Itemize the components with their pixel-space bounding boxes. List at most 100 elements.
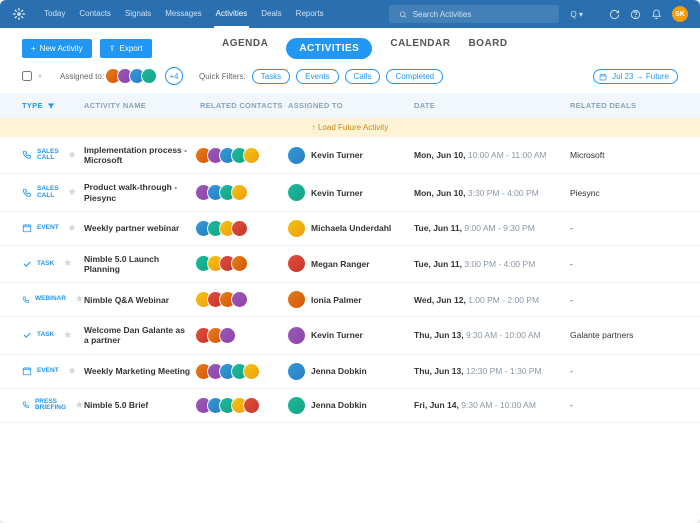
topbar-icons: SK <box>609 6 688 22</box>
date-cell: Tue, Jun 11, 9:00 AM - 9:30 PM <box>414 223 570 233</box>
assigned-to[interactable]: Ionia Palmer <box>288 291 414 308</box>
search-box[interactable] <box>389 5 559 23</box>
assigned-to[interactable]: Jenna Dobkin <box>288 363 414 380</box>
contact-avatar <box>243 363 260 380</box>
activity-name: Implementation process - Microsoft <box>84 145 200 165</box>
table-row[interactable]: WEBINAR★Nimble Q&A WebinarIonia PalmerWe… <box>0 283 700 317</box>
type-label: TASK <box>37 332 54 339</box>
contact-avatars[interactable] <box>200 291 288 308</box>
table-row[interactable]: EVENT ★ Weekly partner webinar Michaela Und… <box>0 212 700 246</box>
assigned-to[interactable]: Jenna Dobkin <box>288 397 414 414</box>
assignee-avatar <box>288 184 305 201</box>
contact-avatars[interactable] <box>200 147 288 164</box>
view-tab-calendar[interactable]: CALENDAR <box>390 38 450 59</box>
load-future-button[interactable]: ↑ Load Future Activity <box>0 118 700 137</box>
topbar: Today Contacts Signals Messages Activities De… <box>0 0 700 28</box>
view-tabs: AGENDA ACTIVITIES CALENDAR BOARD <box>160 38 570 59</box>
export-button[interactable]: ⇪Export <box>100 39 152 58</box>
col-assigned-header[interactable]: ASSIGNED TO <box>288 101 414 110</box>
assigned-label: Assigned to: <box>60 72 104 81</box>
table-row[interactable]: TASK★Nimble 5.0 Launch PlanningMegan Ran… <box>0 246 700 283</box>
assigned-to[interactable]: Kevin Turner <box>288 327 414 344</box>
table-row[interactable]: SALESCALL★Product walk-through - Piesync… <box>0 174 700 211</box>
nav-signals[interactable]: Signals <box>123 0 153 28</box>
contact-avatar <box>219 327 236 344</box>
nav-deals[interactable]: Deals <box>259 0 283 28</box>
contact-avatars[interactable] <box>200 397 288 414</box>
star-icon[interactable]: ★ <box>68 366 77 377</box>
calendar-icon <box>599 73 607 81</box>
bell-icon[interactable] <box>651 9 662 20</box>
sync-icon[interactable] <box>609 9 620 20</box>
view-tab-activities[interactable]: ACTIVITIES <box>286 38 372 59</box>
assigned-to[interactable]: Michaela Underdahl <box>288 220 414 237</box>
deal-cell: - <box>570 223 678 233</box>
user-avatar[interactable]: SK <box>672 6 688 22</box>
help-icon[interactable] <box>630 9 641 20</box>
type-label: EVENT <box>37 225 59 232</box>
assignee-avatar <box>288 397 305 414</box>
contact-avatars[interactable] <box>200 220 288 237</box>
toolbar: +New Activity ⇪Export AGENDA ACTIVITIES CA… <box>0 28 700 67</box>
star-icon[interactable]: ★ <box>75 294 84 305</box>
table-row[interactable]: PRESSBRIEFING★Nimble 5.0 BriefJenna Dobk… <box>0 389 700 423</box>
contact-avatars[interactable] <box>200 255 288 272</box>
assigned-to[interactable]: Megan Ranger <box>288 255 414 272</box>
contact-avatars[interactable] <box>200 363 288 380</box>
more-assignees-button[interactable]: +4 <box>165 67 183 85</box>
table-row[interactable]: SALESCALL★Implementation process - Micro… <box>0 137 700 174</box>
col-name-header[interactable]: ACTIVITY NAME <box>84 101 200 110</box>
new-activity-button[interactable]: +New Activity <box>22 39 92 58</box>
filter-chip-tasks[interactable]: Tasks <box>252 69 290 84</box>
app-window: Today Contacts Signals Messages Activities De… <box>0 0 700 523</box>
date-cell: Wed, Jun 12, 1:00 PM - 2:00 PM <box>414 295 570 305</box>
assigned-to[interactable]: Kevin Turner <box>288 147 414 164</box>
col-deals-header[interactable]: RELATED DEALS <box>570 101 678 110</box>
col-type-header[interactable]: TYPE <box>22 101 84 110</box>
contact-avatars[interactable] <box>200 327 288 344</box>
star-icon[interactable]: ★ <box>68 150 77 161</box>
activity-name: Product walk-through - Piesync <box>84 182 200 202</box>
nav-reports[interactable]: Reports <box>294 0 326 28</box>
date-cell: Mon, Jun 10, 10:00 AM - 11:00 AM <box>414 150 570 160</box>
activity-name: Nimble 5.0 Launch Planning <box>84 254 200 274</box>
star-icon[interactable]: ★ <box>63 330 72 341</box>
star-icon[interactable]: ★ <box>68 187 77 198</box>
filter-chip-events[interactable]: Events <box>296 69 338 84</box>
date-cell: Thu, Jun 13, 12:30 PM - 1:30 PM <box>414 366 570 376</box>
select-all-checkbox[interactable] <box>22 71 32 81</box>
deal-cell: - <box>570 366 678 376</box>
assigned-filter[interactable]: Assigned to: +4 <box>60 67 183 85</box>
table-row[interactable]: TASK ★ Welcome Dan Galante as a partner Kev… <box>0 317 700 354</box>
col-date-header[interactable]: DATE <box>414 101 570 110</box>
star-icon[interactable]: ★ <box>63 258 72 269</box>
nav-contacts[interactable]: Contacts <box>77 0 113 28</box>
nav-activities[interactable]: Activities <box>214 0 250 28</box>
filter-bar: ▾ Assigned to: +4 Quick Filters: TasksEv… <box>0 67 700 93</box>
nav: Today Contacts Signals Messages Activities De… <box>42 0 326 28</box>
deal-cell: Galante partners <box>570 330 678 340</box>
activity-name: Weekly partner webinar <box>84 223 200 233</box>
contact-avatar <box>231 184 248 201</box>
search-input[interactable] <box>413 10 549 19</box>
assigned-to[interactable]: Kevin Turner <box>288 184 414 201</box>
nav-today[interactable]: Today <box>42 0 67 28</box>
filter-chip-calls[interactable]: Calls <box>345 69 381 84</box>
contact-avatar <box>243 397 260 414</box>
logo-icon <box>12 7 26 21</box>
filter-chip-completed[interactable]: Completed <box>386 69 443 84</box>
table-row[interactable]: EVENT★Weekly Marketing MeetingJenna Dobk… <box>0 355 700 389</box>
quick-filters-label: Quick Filters: <box>199 72 246 81</box>
contact-avatars[interactable] <box>200 184 288 201</box>
star-icon[interactable]: ★ <box>68 223 77 234</box>
activity-name: Welcome Dan Galante as a partner <box>84 325 200 345</box>
activity-name: Nimble 5.0 Brief <box>84 400 200 410</box>
view-tab-agenda[interactable]: AGENDA <box>222 38 268 59</box>
nav-messages[interactable]: Messages <box>163 0 203 28</box>
view-tab-board[interactable]: BOARD <box>468 38 507 59</box>
assignee-avatar <box>288 147 305 164</box>
date-range-button[interactable]: Jul 23 → Future <box>593 69 678 84</box>
contact-avatar <box>231 220 248 237</box>
star-icon[interactable]: ★ <box>75 400 84 411</box>
col-contacts-header[interactable]: RELATED CONTACTS <box>200 101 288 110</box>
